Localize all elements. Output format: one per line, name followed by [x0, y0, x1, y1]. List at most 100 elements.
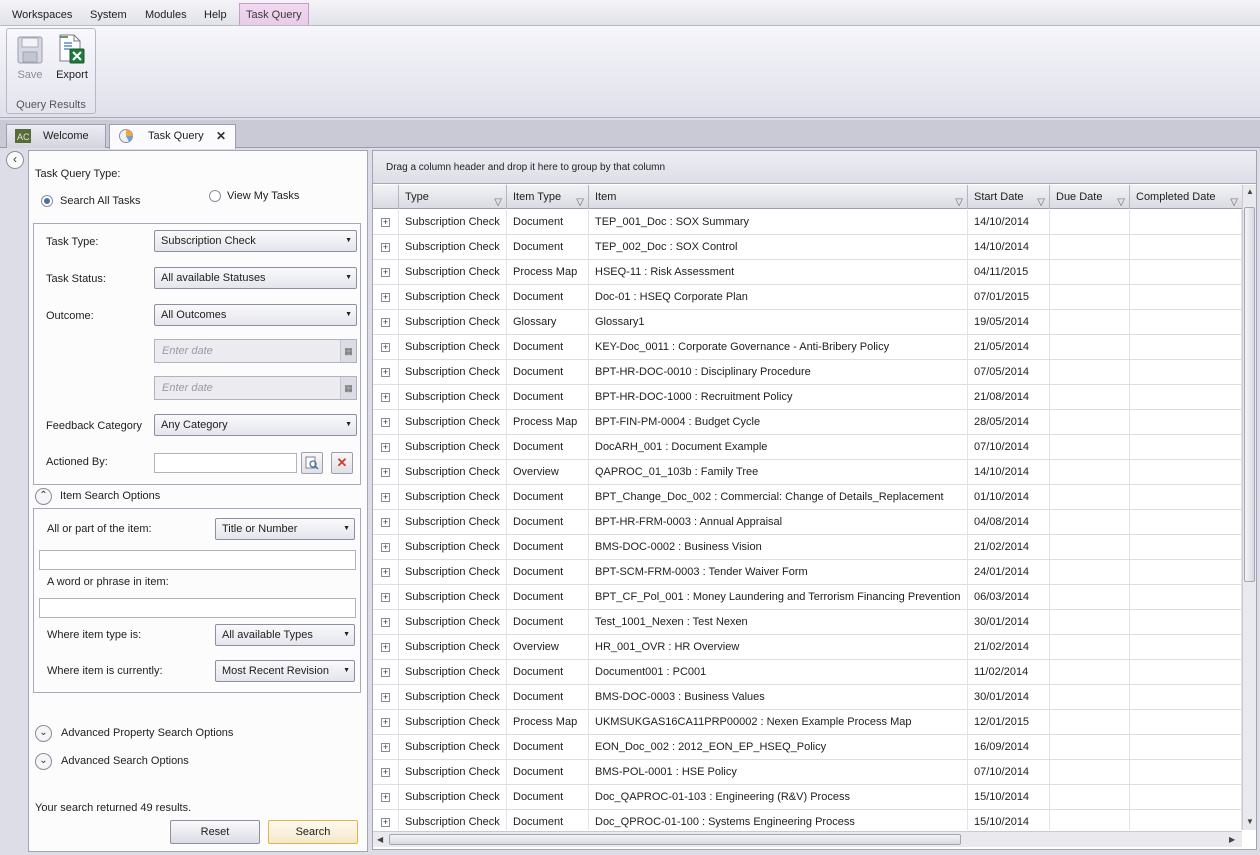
expand-row-icon[interactable]: +: [381, 243, 390, 252]
vertical-scrollbar[interactable]: ▲ ▼: [1242, 185, 1256, 830]
table-row[interactable]: + Subscription Check Glossary Glossary1 19/0…: [373, 310, 1242, 335]
table-row[interactable]: + Subscription Check Document BPT-HR-FRM-00…: [373, 510, 1242, 535]
expand-row-icon[interactable]: +: [381, 443, 390, 452]
table-row[interactable]: + Subscription Check Document BPT-SCM-FRM-0…: [373, 560, 1242, 585]
group-by-drop-area[interactable]: Drag a column header and drop it here to…: [373, 151, 1256, 184]
table-row[interactable]: + Subscription Check Document Doc_QPROC-01-…: [373, 810, 1242, 830]
tab-welcome[interactable]: AC Welcome: [6, 124, 106, 148]
feedback-category-select[interactable]: Any Category ▼: [154, 414, 357, 436]
expand-row-icon[interactable]: +: [381, 393, 390, 402]
expand-row-icon[interactable]: +: [381, 368, 390, 377]
table-row[interactable]: + Subscription Check Overview QAPROC_01_103…: [373, 460, 1242, 485]
word-phrase-input[interactable]: [39, 598, 356, 618]
expand-advanced-property-icon[interactable]: ⌄: [35, 725, 52, 742]
scroll-right-icon[interactable]: ▶: [1229, 835, 1235, 844]
table-row[interactable]: + Subscription Check Document TEP_002_Doc :…: [373, 235, 1242, 260]
table-row[interactable]: + Subscription Check Document Document001 :…: [373, 660, 1242, 685]
table-row[interactable]: + Subscription Check Document BPT-HR-DOC-00…: [373, 360, 1242, 385]
table-row[interactable]: + Subscription Check Document BPT_Change_Do…: [373, 485, 1242, 510]
start-date-input[interactable]: Enter date ▦: [154, 339, 357, 363]
reset-button[interactable]: Reset: [170, 820, 260, 844]
expand-row-icon[interactable]: +: [381, 268, 390, 277]
item-title-input[interactable]: [39, 550, 356, 570]
table-row[interactable]: + Subscription Check Document Doc_QAPROC-01…: [373, 785, 1242, 810]
advanced-property-search-header[interactable]: Advanced Property Search Options: [61, 727, 233, 739]
outcome-select[interactable]: All Outcomes ▼: [154, 304, 357, 326]
export-button[interactable]: Export: [53, 33, 91, 81]
column-header-due-date[interactable]: Due Date ▽: [1050, 185, 1130, 209]
task-status-select[interactable]: All available Statuses ▼: [154, 267, 357, 289]
save-button[interactable]: Save: [11, 33, 49, 81]
actioned-by-input[interactable]: [154, 453, 297, 473]
column-header-start-date[interactable]: Start Date ▽: [968, 185, 1050, 209]
expand-row-icon[interactable]: +: [381, 643, 390, 652]
advanced-search-header[interactable]: Advanced Search Options: [61, 755, 189, 767]
column-header-completed-date[interactable]: Completed Date ▽: [1130, 185, 1242, 209]
table-row[interactable]: + Subscription Check Document BMS-DOC-0002 …: [373, 535, 1242, 560]
expand-row-icon[interactable]: +: [381, 793, 390, 802]
expand-row-icon[interactable]: +: [381, 318, 390, 327]
expand-row-icon[interactable]: +: [381, 743, 390, 752]
table-row[interactable]: + Subscription Check Process Map BPT-FIN-PM…: [373, 410, 1242, 435]
column-header-item[interactable]: Item ▽: [589, 185, 968, 209]
search-all-radio[interactable]: [41, 195, 53, 207]
table-row[interactable]: + Subscription Check Document BMS-DOC-0003 …: [373, 685, 1242, 710]
scroll-left-icon[interactable]: ◀: [377, 835, 383, 844]
scroll-down-icon[interactable]: ▼: [1246, 817, 1254, 826]
search-all-label[interactable]: Search All Tasks: [60, 195, 141, 207]
expand-advanced-search-icon[interactable]: ⌄: [35, 753, 52, 770]
expand-row-icon[interactable]: +: [381, 693, 390, 702]
end-date-input[interactable]: Enter date ▦: [154, 376, 357, 400]
calendar-icon[interactable]: ▦: [340, 340, 356, 362]
tab-task-query[interactable]: Task Query ✕: [109, 124, 236, 149]
view-my-radio[interactable]: [209, 190, 221, 202]
collapse-panel-button[interactable]: ‹: [6, 151, 24, 169]
user-lookup-button[interactable]: [301, 452, 323, 474]
expand-row-icon[interactable]: +: [381, 543, 390, 552]
table-row[interactable]: + Subscription Check Document BPT-HR-DOC-10…: [373, 385, 1242, 410]
scroll-up-icon[interactable]: ▲: [1246, 187, 1254, 196]
expand-row-icon[interactable]: +: [381, 218, 390, 227]
table-row[interactable]: + Subscription Check Process Map HSEQ-11 : …: [373, 260, 1242, 285]
item-revision-select[interactable]: Most Recent Revision ▼: [215, 660, 355, 682]
expand-row-icon[interactable]: +: [381, 418, 390, 427]
view-my-label[interactable]: View My Tasks: [227, 190, 299, 202]
menu-modules[interactable]: Modules: [139, 4, 193, 26]
table-row[interactable]: + Subscription Check Document BPT_CF_Pol_00…: [373, 585, 1242, 610]
search-button[interactable]: Search: [268, 820, 358, 844]
expand-row-icon[interactable]: +: [381, 293, 390, 302]
table-row[interactable]: + Subscription Check Document BMS-POL-0001 …: [373, 760, 1242, 785]
title-or-number-select[interactable]: Title or Number ▼: [215, 518, 355, 540]
expand-row-icon[interactable]: +: [381, 768, 390, 777]
expand-row-icon[interactable]: +: [381, 818, 390, 827]
expand-row-icon[interactable]: +: [381, 593, 390, 602]
column-header-item-type[interactable]: Item Type ▽: [507, 185, 589, 209]
table-row[interactable]: + Subscription Check Document EON_Doc_002 :…: [373, 735, 1242, 760]
table-row[interactable]: + Subscription Check Document Doc-01 : HSEQ…: [373, 285, 1242, 310]
table-row[interactable]: + Subscription Check Overview HR_001_OVR : …: [373, 635, 1242, 660]
item-type-select[interactable]: All available Types ▼: [215, 624, 355, 646]
expand-row-icon[interactable]: +: [381, 468, 390, 477]
menu-workspaces[interactable]: Workspaces: [6, 4, 78, 26]
close-icon[interactable]: ✕: [216, 125, 226, 147]
table-row[interactable]: + Subscription Check Document TEP_001_Doc :…: [373, 210, 1242, 235]
table-row[interactable]: + Subscription Check Process Map UKMSUKGAS1…: [373, 710, 1242, 735]
vertical-scroll-thumb[interactable]: [1244, 207, 1255, 582]
table-row[interactable]: + Subscription Check Document KEY-Doc_0011 …: [373, 335, 1242, 360]
expand-row-icon[interactable]: +: [381, 618, 390, 627]
expand-row-icon[interactable]: +: [381, 493, 390, 502]
expand-row-icon[interactable]: +: [381, 343, 390, 352]
horizontal-scroll-thumb[interactable]: [389, 834, 961, 845]
expand-row-icon[interactable]: +: [381, 718, 390, 727]
column-header-type[interactable]: Type ▽: [399, 185, 507, 209]
expand-row-icon[interactable]: +: [381, 668, 390, 677]
menu-task-query[interactable]: Task Query: [239, 3, 309, 25]
item-search-options-header[interactable]: Item Search Options: [60, 490, 160, 502]
expand-row-icon[interactable]: +: [381, 518, 390, 527]
expand-row-icon[interactable]: +: [381, 568, 390, 577]
menu-help[interactable]: Help: [198, 4, 233, 26]
task-type-select[interactable]: Subscription Check ▼: [154, 230, 357, 252]
table-row[interactable]: + Subscription Check Document Test_1001_Nex…: [373, 610, 1242, 635]
menu-system[interactable]: System: [84, 4, 133, 26]
calendar-icon[interactable]: ▦: [340, 377, 356, 399]
